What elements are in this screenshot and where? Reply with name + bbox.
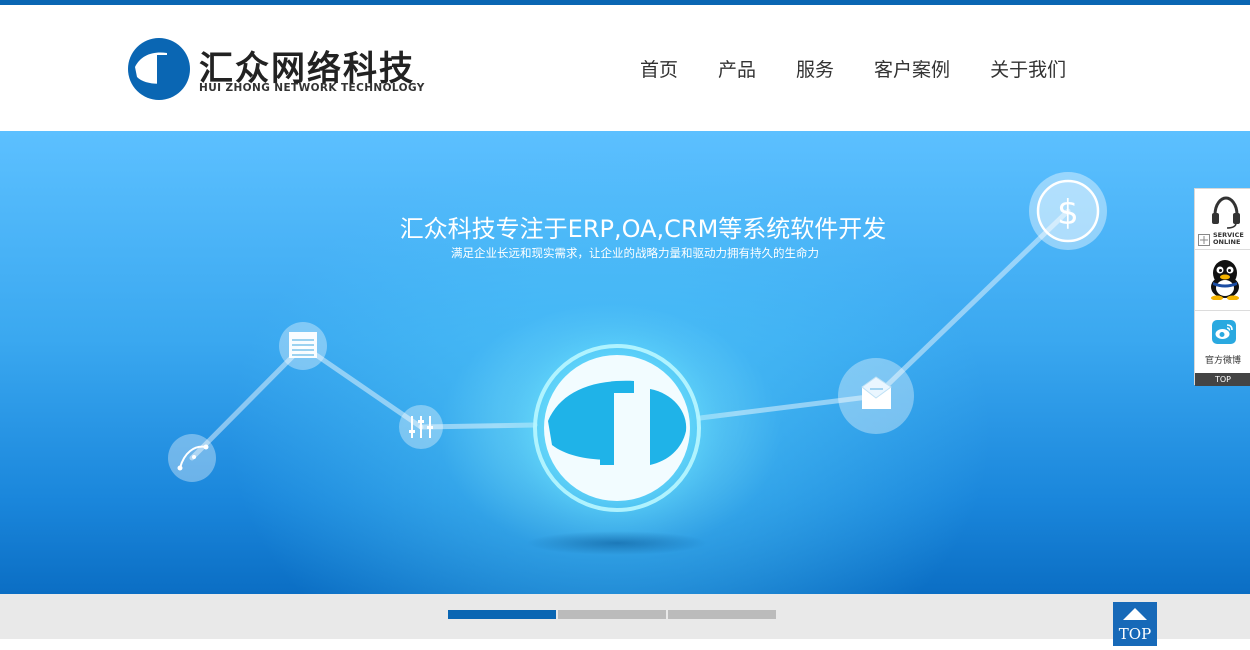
plus-box-icon xyxy=(1198,234,1210,246)
sliders-icon xyxy=(399,405,443,449)
nav-item-products[interactable]: 产品 xyxy=(718,55,756,85)
brand-logo-icon xyxy=(128,38,190,100)
nav-item-cases[interactable]: 客户案例 xyxy=(874,55,950,85)
vector-pen-icon xyxy=(168,434,216,482)
arrow-up-icon xyxy=(1123,608,1147,620)
site-logo[interactable]: 汇众网络科技 HUI ZHONG NETWORK TECHNOLOGY xyxy=(127,37,467,107)
slider-dot-2[interactable] xyxy=(558,610,666,619)
online-service-label: SERVICE ONLINE xyxy=(1213,231,1244,246)
logo-name-en: HUI ZHONG NETWORK TECHNOLOGY xyxy=(199,82,425,94)
weibo-button[interactable]: 官方微博 xyxy=(1195,311,1250,372)
main-nav: 首页 产品 服务 客户案例 关于我们 xyxy=(640,55,1066,85)
back-to-top-label: TOP xyxy=(1118,625,1152,643)
nav-item-about[interactable]: 关于我们 xyxy=(990,55,1066,85)
site-header: 汇众网络科技 HUI ZHONG NETWORK TECHNOLOGY 首页 产… xyxy=(0,5,1250,131)
envelope-icon xyxy=(838,358,914,434)
qq-penguin-icon xyxy=(1211,260,1239,300)
nav-item-home[interactable]: 首页 xyxy=(640,55,678,85)
slider-dot-1[interactable] xyxy=(448,610,556,619)
online-service-button[interactable]: SERVICE ONLINE xyxy=(1195,189,1250,250)
side-top-button[interactable]: TOP xyxy=(1195,373,1250,386)
banner-subline: 满足企业长远和现实需求，让企业的战略力量和驱动力拥有持久的生命力 xyxy=(451,246,819,260)
hero-banner[interactable]: $ 汇众科技专注于ERP,OA,CRM等系统软件开发 满足企业长远和现实需求，让… xyxy=(0,131,1250,594)
banner-headline: 汇众科技专注于ERP,OA,CRM等系统软件开发 xyxy=(399,215,887,243)
brand-logo-icon xyxy=(497,308,737,555)
slider-pagination xyxy=(0,594,1250,639)
headset-icon xyxy=(1212,196,1240,229)
qq-contact-button[interactable] xyxy=(1195,250,1250,311)
notepad-icon xyxy=(279,322,327,370)
nav-item-services[interactable]: 服务 xyxy=(796,55,834,85)
weibo-label: 官方微博 xyxy=(1204,356,1241,366)
back-to-top-button[interactable]: TOP xyxy=(1113,602,1157,646)
slider-dot-3[interactable] xyxy=(668,610,776,619)
banner-illustration: $ xyxy=(168,172,1107,555)
weibo-icon xyxy=(1212,320,1236,344)
side-service-panel: SERVICE ONLINE 官方微博 TOP xyxy=(1194,188,1250,386)
